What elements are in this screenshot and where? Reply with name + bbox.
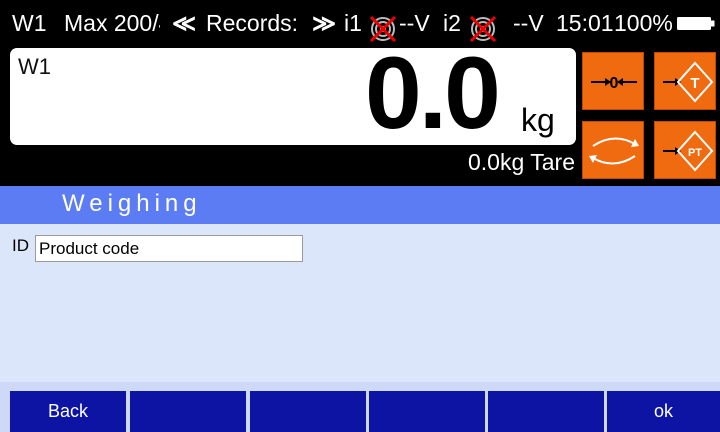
status-battery: 100%: [614, 10, 673, 36]
back-button[interactable]: Back: [10, 391, 126, 432]
weight-value: 0.0: [365, 36, 501, 150]
ok-button[interactable]: ok: [607, 391, 720, 432]
status-max-capacity: Max 200/4: [64, 10, 160, 36]
status-interface-1: i1: [344, 10, 362, 36]
status-voltage-2: --V: [513, 10, 544, 36]
id-input[interactable]: [35, 235, 303, 262]
page-title-bar: Weighing: [0, 186, 720, 224]
display-scale-name: W1: [18, 54, 51, 79]
svg-text:PT: PT: [688, 147, 702, 159]
terminal-top-display: W1 Max 200/4 ≪ Records: ≫ i1 --V i2 --V …: [0, 0, 720, 186]
weight-display: W1 0.0 kg: [10, 38, 576, 148]
status-time: 15:01: [556, 10, 614, 36]
zero-icon: 0: [591, 75, 637, 92]
switch-scale-icon: [589, 137, 639, 165]
page-title: Weighing: [62, 190, 202, 217]
tare-key[interactable]: T: [654, 52, 716, 110]
tare-icon: T: [663, 61, 714, 103]
svg-text:T: T: [690, 75, 699, 92]
scale-switch-key[interactable]: [582, 121, 644, 179]
status-bar: W1 Max 200/4 ≪ Records: ≫ i1 --V i2 --V …: [0, 0, 720, 46]
preset-tare-key[interactable]: PT: [654, 121, 716, 179]
softkey-4[interactable]: [369, 391, 485, 432]
softkey-3[interactable]: [250, 391, 366, 432]
softkey-5[interactable]: [488, 391, 604, 432]
preset-tare-icon: PT: [663, 130, 714, 172]
svg-text:0: 0: [610, 75, 619, 92]
battery-icon: [677, 17, 715, 30]
status-records: Records:: [206, 10, 299, 36]
zero-key[interactable]: 0: [582, 52, 644, 110]
records-previous-button[interactable]: ≪: [172, 0, 196, 46]
status-scale: W1: [12, 10, 47, 36]
weight-unit: kg: [521, 102, 555, 138]
id-label: ID: [12, 236, 29, 255]
records-next-button[interactable]: ≫: [312, 0, 336, 46]
tare-value: 0.0kg Tare: [468, 149, 575, 175]
form-area: ID: [0, 224, 720, 382]
softkey-bar: Back ok: [0, 382, 720, 432]
softkey-2[interactable]: [130, 391, 246, 432]
